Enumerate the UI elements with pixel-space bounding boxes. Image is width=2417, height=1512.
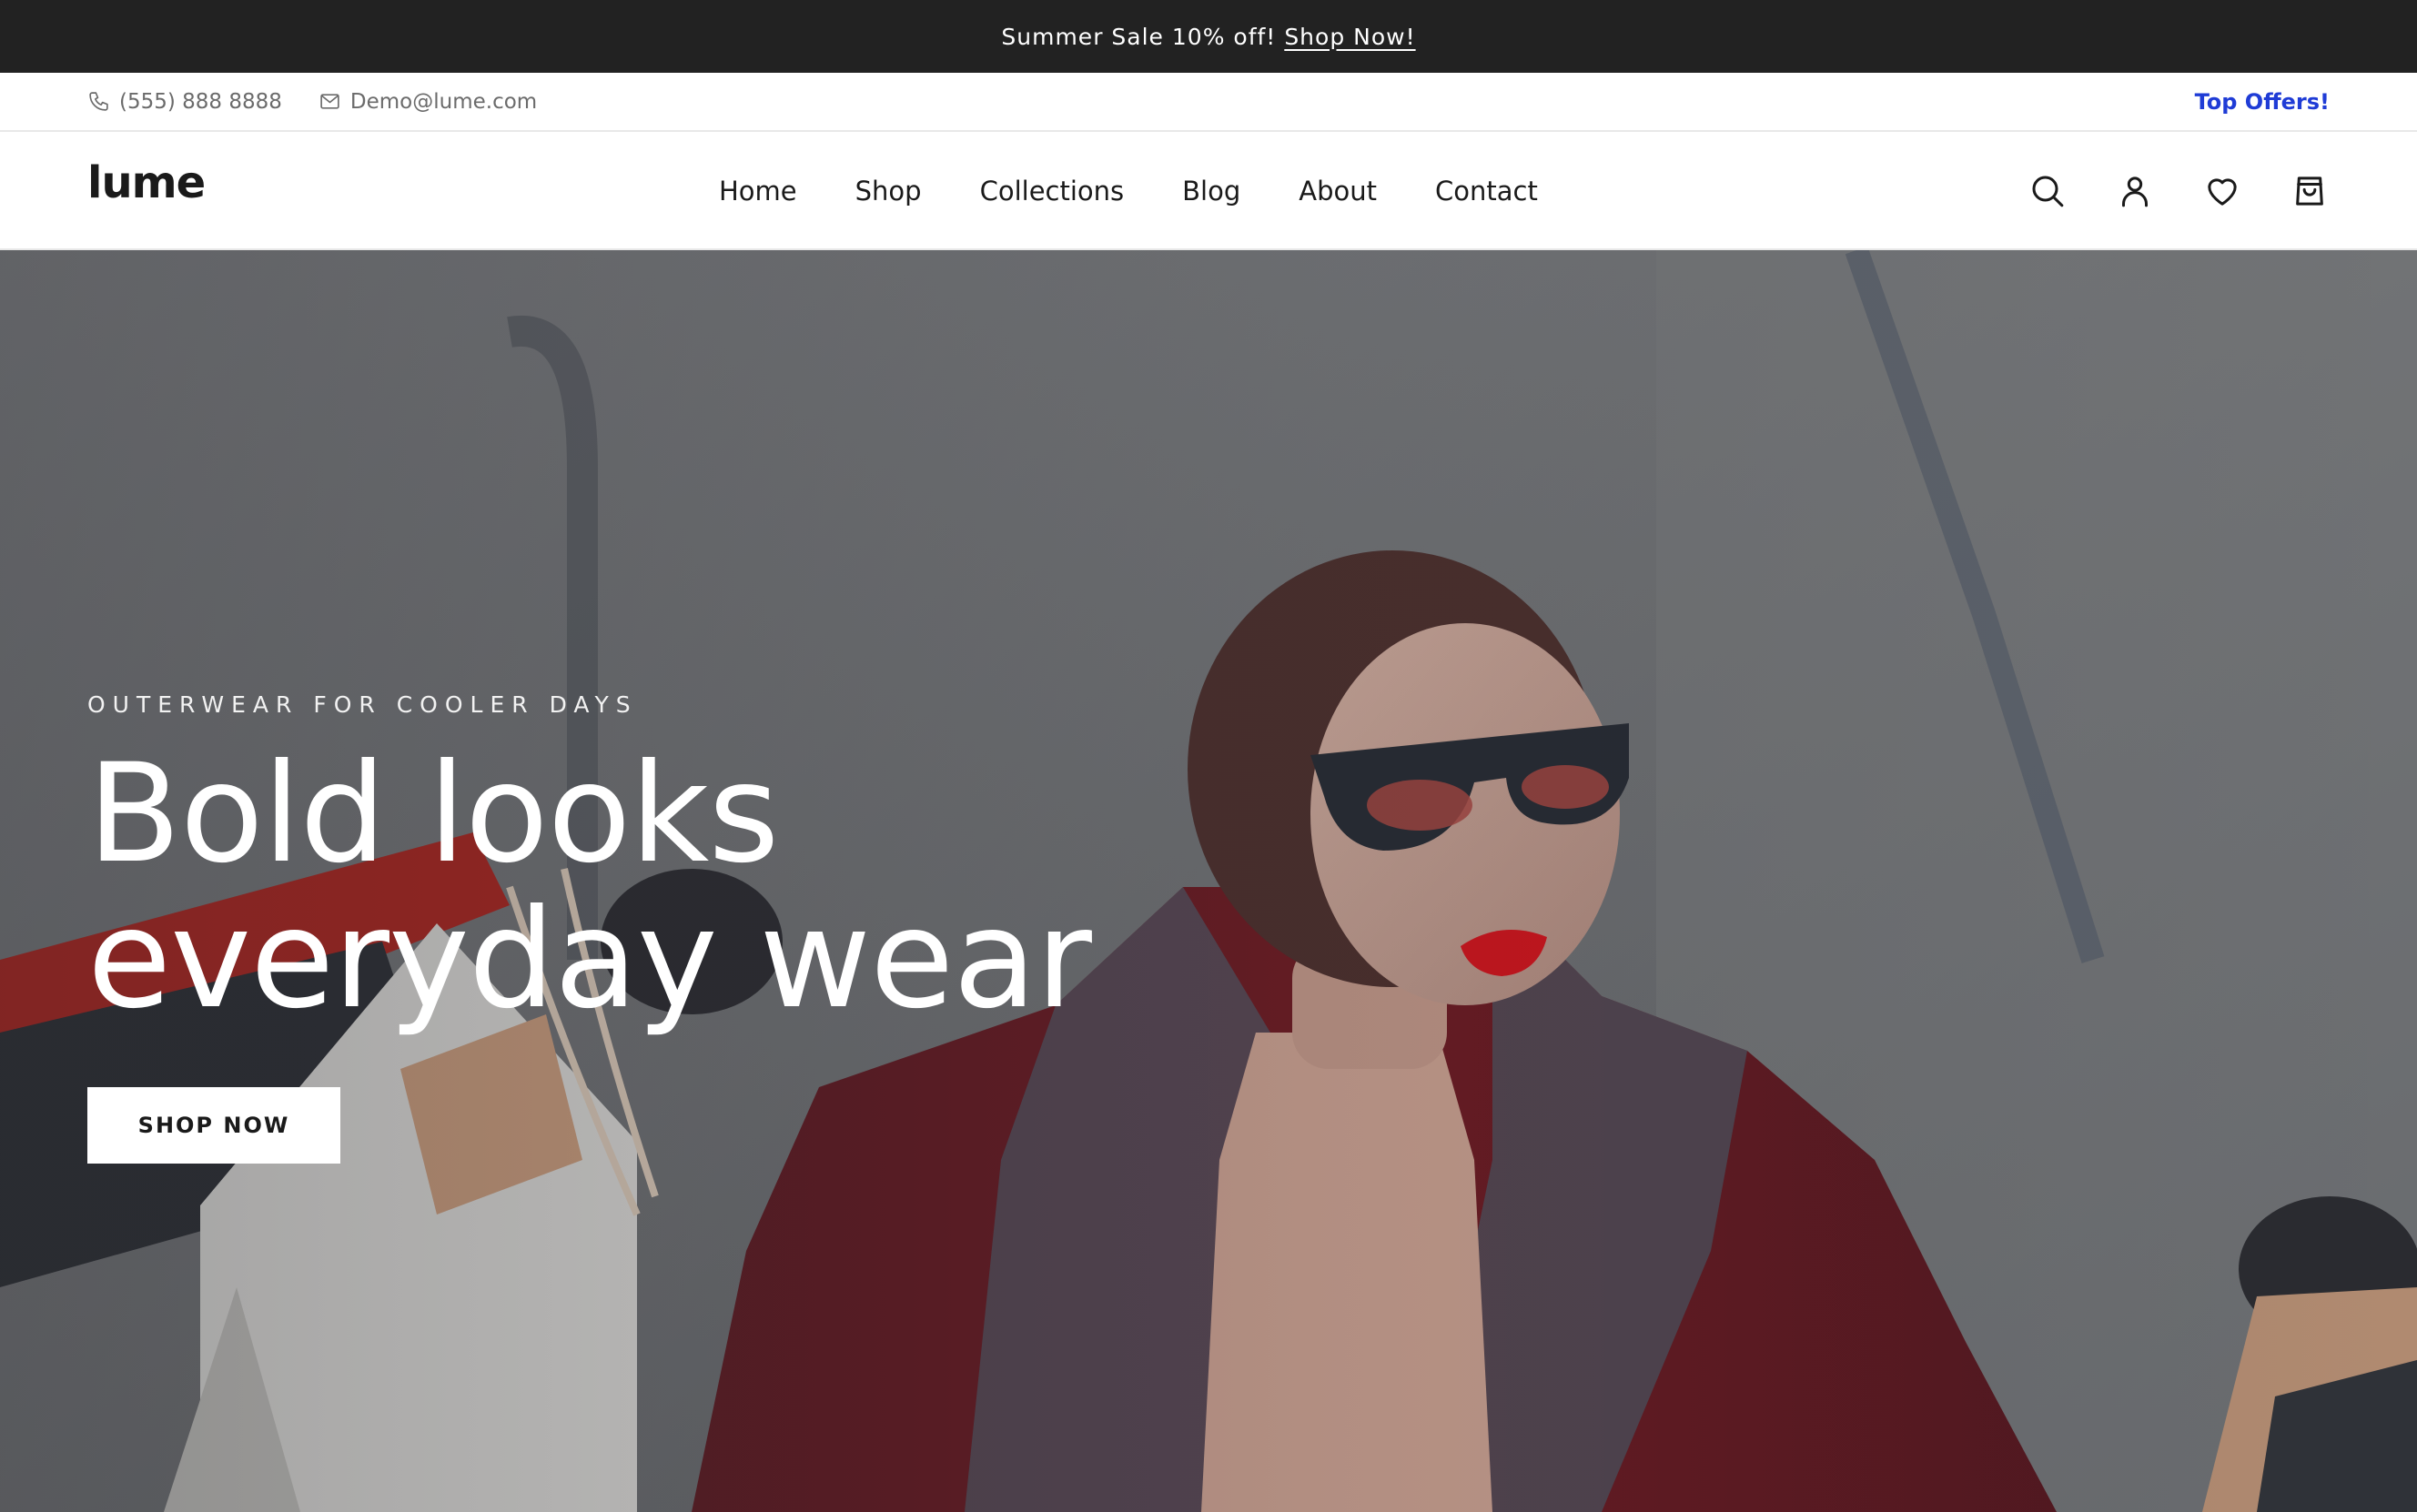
nav-item-shop[interactable]: Shop xyxy=(855,176,922,207)
nav-item-collections[interactable]: Collections xyxy=(980,176,1125,207)
phone-contact[interactable]: (555) 888 8888 xyxy=(87,90,282,114)
main-nav: Home Shop Collections Blog About Contact xyxy=(719,132,1538,250)
top-info-bar: (555) 888 8888 Demo@lume.com Top Offers! xyxy=(0,73,2417,132)
phone-number: (555) 888 8888 xyxy=(119,89,282,114)
header-actions xyxy=(1980,132,2330,250)
email-contact[interactable]: Demo@lume.com xyxy=(319,90,537,114)
top-offers-link[interactable]: Top Offers! xyxy=(2195,89,2330,115)
site-logo[interactable]: lume xyxy=(87,157,206,208)
shop-now-button[interactable]: SHOP NOW xyxy=(87,1087,340,1164)
hero-content: OUTERWEAR FOR COOLER DAYS Bold looks eve… xyxy=(87,691,1361,1164)
hero-banner: OUTERWEAR FOR COOLER DAYS Bold looks eve… xyxy=(0,250,2417,1512)
cart-bag-icon xyxy=(2296,176,2323,206)
wishlist-heart-icon xyxy=(2208,178,2237,206)
nav-item-home[interactable]: Home xyxy=(719,176,797,207)
account-icon xyxy=(2122,176,2148,207)
cart-button[interactable] xyxy=(2290,171,2330,211)
search-icon xyxy=(2032,176,2064,207)
announcement-bar: Summer Sale 10% off! Shop Now! xyxy=(0,0,2417,73)
announcement-text: Summer Sale 10% off! xyxy=(1001,23,1277,50)
nav-item-blog[interactable]: Blog xyxy=(1182,176,1240,207)
wishlist-button[interactable] xyxy=(2202,171,2242,211)
shop-now-link[interactable]: Shop Now! xyxy=(1284,24,1415,50)
contact-info: (555) 888 8888 Demo@lume.com xyxy=(87,90,573,114)
phone-icon xyxy=(89,92,108,111)
search-button[interactable] xyxy=(2028,171,2068,211)
account-button[interactable] xyxy=(2115,171,2155,211)
site-header: lume Home Shop Collections Blog About Co… xyxy=(0,132,2417,250)
hero-title: Bold looks everyday wear xyxy=(87,735,1092,1039)
nav-item-contact[interactable]: Contact xyxy=(1435,176,1538,207)
nav-item-about[interactable]: About xyxy=(1299,176,1377,207)
mail-icon xyxy=(320,94,339,109)
email-address: Demo@lume.com xyxy=(349,89,538,114)
hero-eyebrow: OUTERWEAR FOR COOLER DAYS xyxy=(87,691,638,718)
